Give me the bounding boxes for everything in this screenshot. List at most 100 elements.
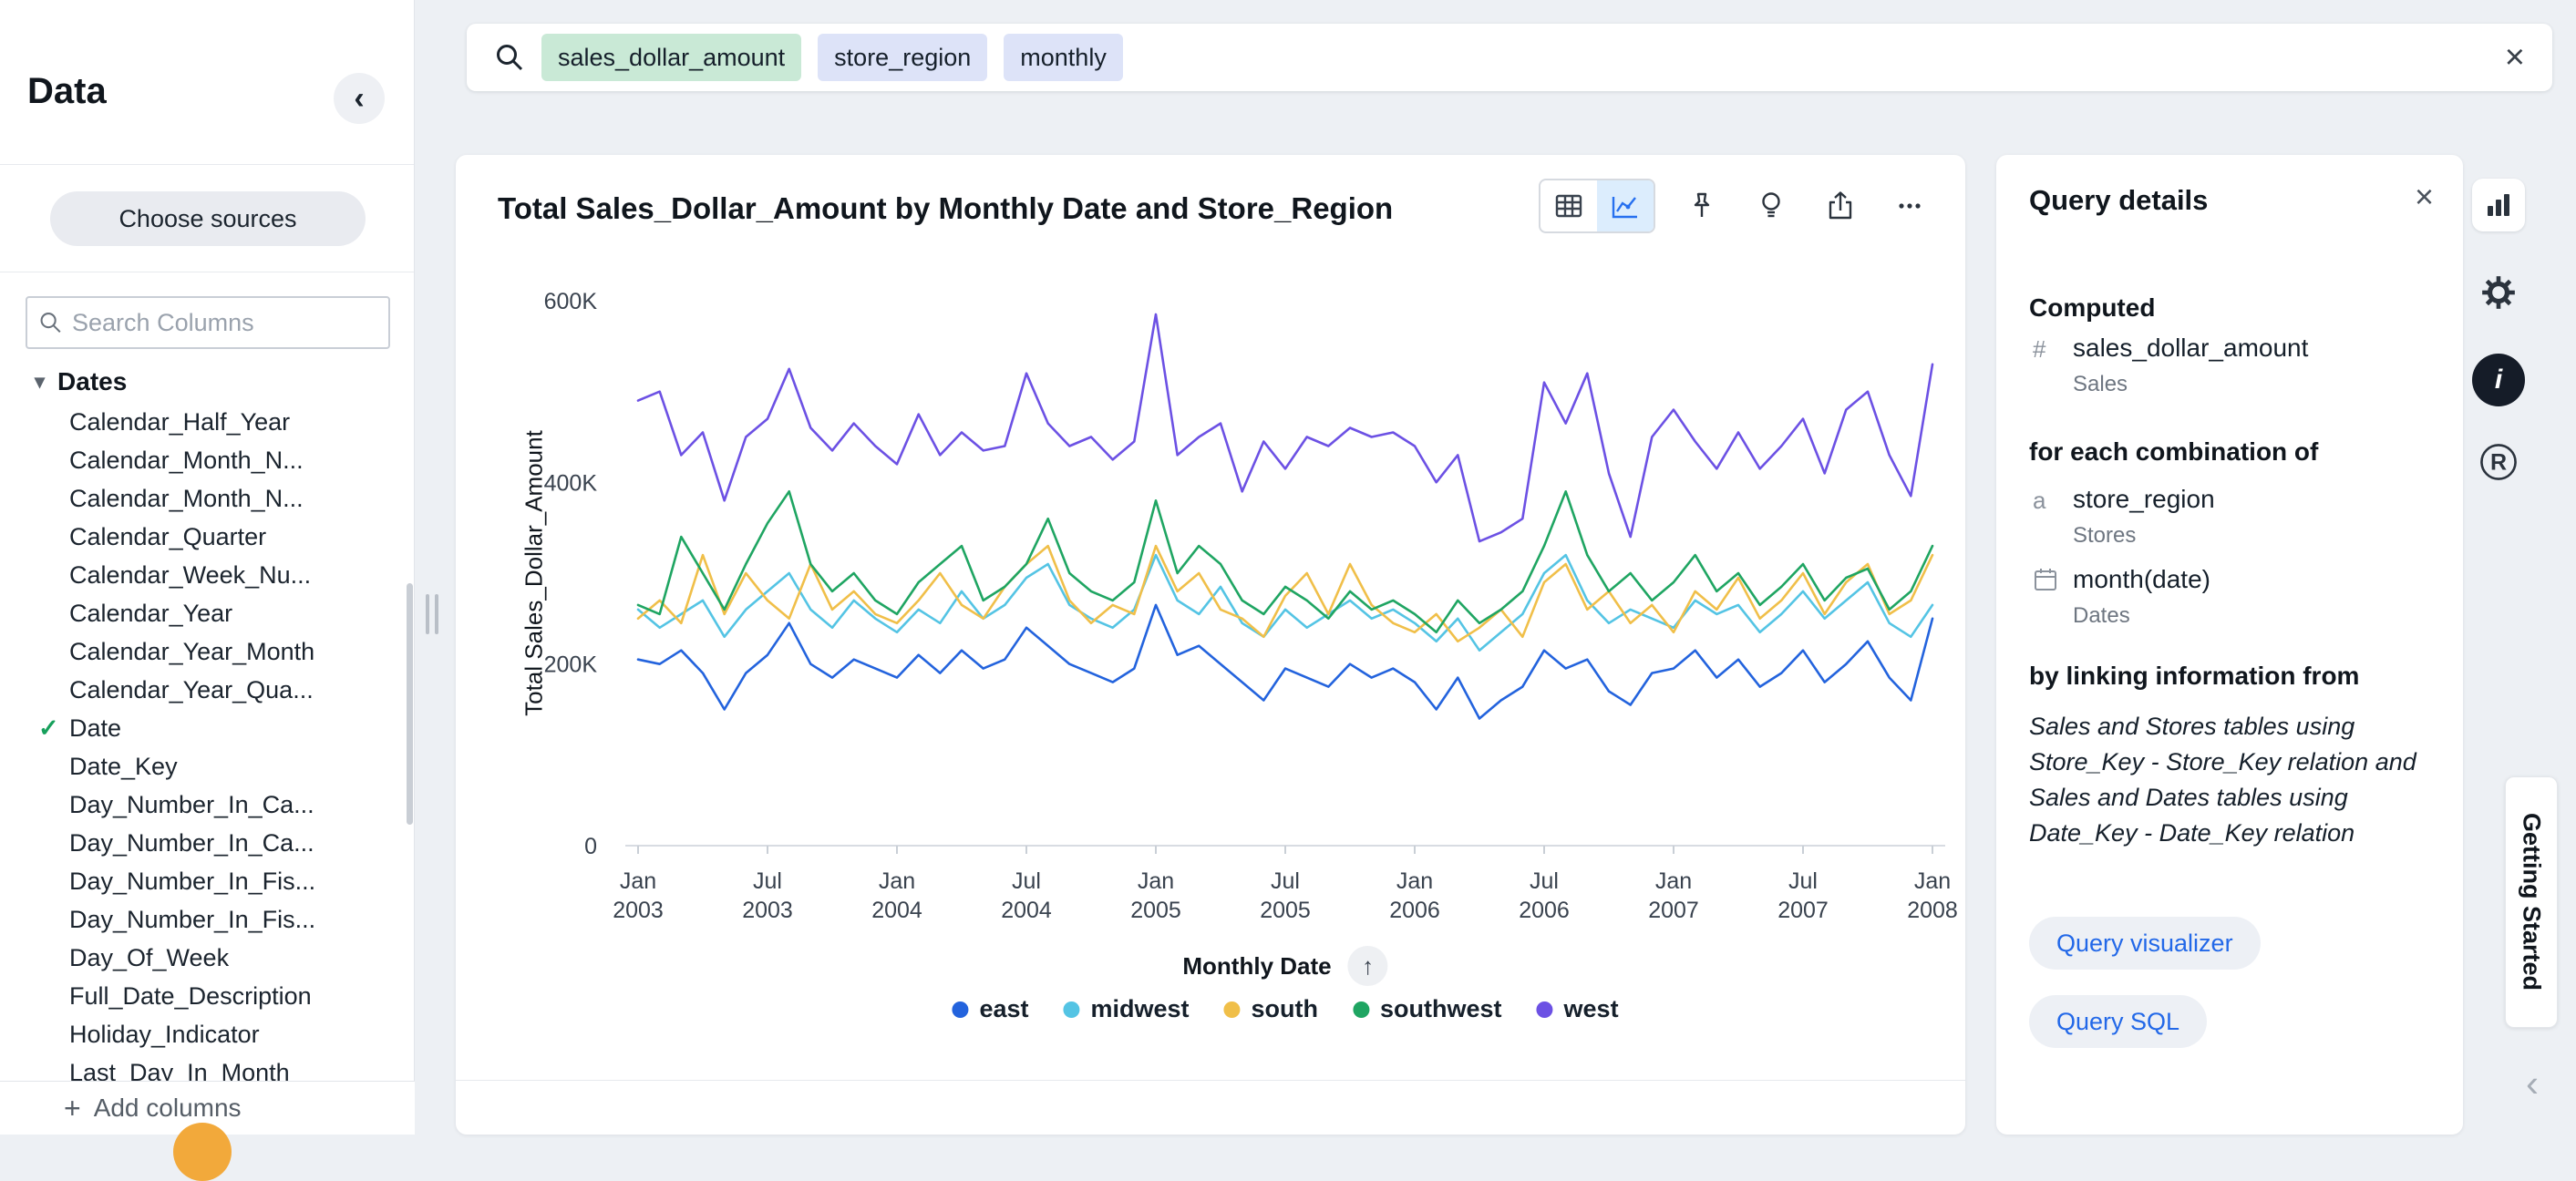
query-visualizer-button[interactable]: Query visualizer	[2029, 917, 2261, 970]
legend-dot	[952, 1001, 968, 1018]
column-item[interactable]: Day_Number_In_Fis...	[0, 900, 414, 939]
column-label: Calendar_Half_Year	[69, 408, 290, 436]
column-label: Day_Number_In_Fis...	[69, 906, 315, 934]
legend-item-east[interactable]: east	[952, 995, 1028, 1023]
column-label: Calendar_Month_N...	[69, 447, 304, 475]
pin-icon	[1685, 190, 1718, 222]
clear-search-button[interactable]: ×	[2505, 40, 2525, 75]
column-label: Calendar_Quarter	[69, 523, 266, 551]
x-tick-label: 2007	[1777, 898, 1829, 923]
answer-card: Total Sales_Dollar_Amount by Monthly Dat…	[456, 155, 1965, 1135]
line-chart-icon	[1609, 190, 1642, 222]
insights-button[interactable]	[1748, 183, 1794, 229]
r-analysis-button[interactable]: R	[2472, 436, 2525, 488]
legend-item-south[interactable]: south	[1224, 995, 1319, 1023]
tree-group-label: Dates	[57, 367, 127, 396]
legend-dot	[1353, 1001, 1369, 1018]
column-item[interactable]: Day_Of_Week	[0, 939, 414, 977]
search-token-sales_dollar_amount[interactable]: sales_dollar_amount	[541, 34, 801, 81]
tree-group-dates[interactable]: ▾ Dates	[0, 361, 414, 403]
column-label: Day_Number_In_Ca...	[69, 829, 314, 858]
legend-dot	[1537, 1001, 1553, 1018]
bar-chart-icon	[2483, 190, 2514, 221]
column-item[interactable]: Date_Key	[0, 747, 414, 786]
combination-heading: for each combination of	[2029, 437, 2318, 467]
legend-item-midwest[interactable]: midwest	[1063, 995, 1189, 1023]
column-item[interactable]: Calendar_Month_N...	[0, 479, 414, 518]
search-columns-box[interactable]	[26, 296, 390, 349]
x-tick-label: Jul	[1012, 868, 1041, 894]
column-item[interactable]: Calendar_Quarter	[0, 518, 414, 556]
sort-ascending-button[interactable]: ↑	[1348, 946, 1388, 986]
getting-started-tab[interactable]: Getting Started	[2505, 776, 2558, 1028]
column-label: Date	[69, 714, 121, 743]
search-columns-input[interactable]	[72, 309, 377, 337]
close-query-details-button[interactable]: ×	[2415, 180, 2434, 213]
chart-legend: east midwest south southwest west	[952, 995, 1618, 1023]
help-bubble-button[interactable]	[173, 1123, 232, 1181]
legend-label: midwest	[1090, 995, 1189, 1023]
share-icon	[1823, 189, 1858, 223]
x-tick-label: Jan	[1396, 868, 1433, 894]
getting-started-collapse-button[interactable]: ‹	[2512, 1064, 2552, 1103]
info-button[interactable]: i	[2472, 354, 2525, 406]
column-label: Calendar_Month_N...	[69, 485, 304, 513]
pin-button[interactable]	[1679, 183, 1725, 229]
measure-source: Sales	[2073, 372, 2128, 397]
column-label: Day_Of_Week	[69, 944, 229, 972]
sidebar-scrollbar[interactable]	[407, 583, 413, 825]
column-item[interactable]: Last_Day_In_Month	[0, 1053, 414, 1081]
chart-panel-button[interactable]	[2472, 179, 2525, 231]
attribute-name: store_region	[2073, 485, 2215, 514]
x-tick-label: Jan	[1655, 868, 1692, 894]
column-item[interactable]: Calendar_Year	[0, 594, 414, 632]
linking-description: Sales and Stores tables using Store_Key …	[2029, 709, 2430, 851]
collapse-panel-button[interactable]: ‹	[334, 73, 385, 124]
r-analysis-icon: R	[2477, 440, 2520, 484]
x-axis-footer: Monthly Date ↑	[1182, 946, 1387, 986]
choose-sources-label: Choose sources	[118, 205, 296, 233]
column-item[interactable]: Holiday_Indicator	[0, 1015, 414, 1053]
view-toggle	[1539, 179, 1655, 233]
column-label: Calendar_Week_Nu...	[69, 561, 311, 590]
data-panel-title: Data	[27, 71, 107, 112]
panel-resize-handle[interactable]	[424, 594, 440, 634]
x-tick-label: Jan	[1914, 868, 1951, 894]
legend-item-west[interactable]: west	[1537, 995, 1619, 1023]
legend-label: south	[1252, 995, 1319, 1023]
attribute-source: Stores	[2073, 523, 2136, 549]
query-sql-button[interactable]: Query SQL	[2029, 995, 2207, 1048]
column-item[interactable]: Calendar_Year_Month	[0, 632, 414, 671]
line-chart[interactable]: 0200K400K600KJan2003Jul2003Jan2004Jul200…	[456, 292, 1965, 929]
column-item[interactable]: Calendar_Month_N...	[0, 441, 414, 479]
more-options-button[interactable]	[1887, 183, 1932, 229]
column-label: Day_Number_In_Fis...	[69, 868, 315, 896]
x-tick-label: 2004	[871, 898, 922, 923]
column-label: Date_Key	[69, 753, 178, 781]
choose-sources-button[interactable]: Choose sources	[50, 191, 366, 246]
search-token-monthly[interactable]: monthly	[1004, 34, 1123, 81]
series-line-east	[638, 605, 1932, 719]
search-icon	[38, 309, 63, 336]
table-view-button[interactable]	[1540, 180, 1597, 231]
chart-toolbar	[1539, 179, 1932, 233]
x-tick-label: Jan	[879, 868, 915, 894]
chart-view-button[interactable]	[1597, 180, 1654, 231]
column-item[interactable]: Calendar_Year_Qua...	[0, 671, 414, 709]
column-item[interactable]: Calendar_Half_Year	[0, 403, 414, 441]
query-sql-label: Query SQL	[2056, 1008, 2179, 1036]
settings-button[interactable]	[2472, 266, 2525, 319]
share-button[interactable]	[1818, 183, 1863, 229]
column-item[interactable]: Day_Number_In_Ca...	[0, 824, 414, 862]
legend-item-southwest[interactable]: southwest	[1353, 995, 1502, 1023]
column-item[interactable]: Day_Number_In_Ca...	[0, 786, 414, 824]
x-tick-label: 2003	[742, 898, 793, 923]
column-item[interactable]: ✓Date	[0, 709, 414, 747]
column-item[interactable]: Calendar_Week_Nu...	[0, 556, 414, 594]
search-bar[interactable]: sales_dollar_amount store_region monthly ×	[467, 24, 2552, 91]
close-icon: ×	[2505, 38, 2525, 77]
column-label: Calendar_Year_Qua...	[69, 676, 314, 704]
column-item[interactable]: Full_Date_Description	[0, 977, 414, 1015]
column-item[interactable]: Day_Number_In_Fis...	[0, 862, 414, 900]
search-token-store_region[interactable]: store_region	[818, 34, 987, 81]
